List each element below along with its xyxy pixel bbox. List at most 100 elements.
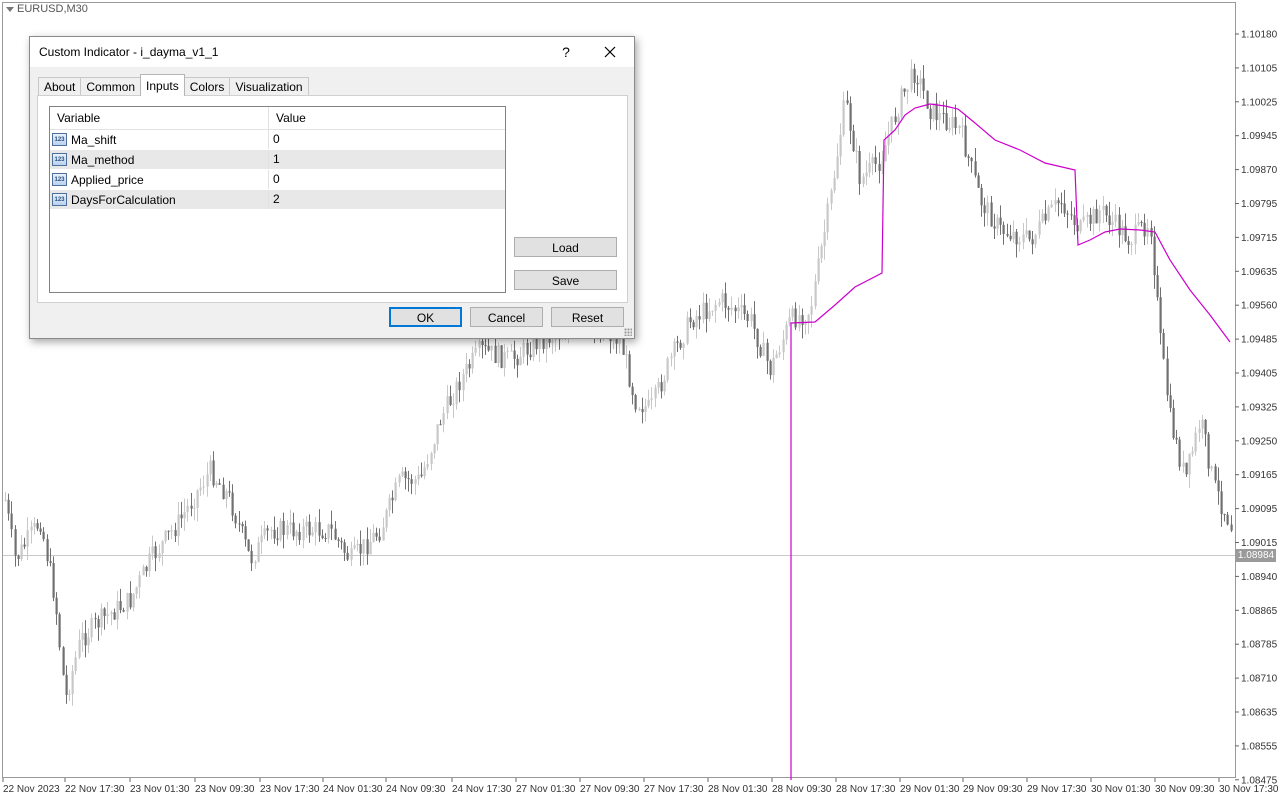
value-cell[interactable]: 0 xyxy=(269,170,505,189)
cancel-button[interactable]: Cancel xyxy=(470,307,543,327)
candle-body xyxy=(1095,208,1098,224)
candle-body xyxy=(334,528,337,540)
candle-body xyxy=(519,356,522,366)
time-axis-label: 24 Nov 09:30 xyxy=(386,784,446,795)
candle-body xyxy=(90,618,93,638)
candle-body xyxy=(1086,214,1089,217)
dialog-titlebar[interactable]: Custom Indicator - i_dayma_v1_1 ? xyxy=(30,37,634,67)
candle-body xyxy=(970,157,973,162)
tab-visualization[interactable]: Visualization xyxy=(229,77,309,96)
candle-body xyxy=(14,529,17,556)
candle-body xyxy=(266,528,269,531)
save-button[interactable]: Save xyxy=(514,270,617,290)
table-row[interactable]: 123 Ma_shift 0 xyxy=(50,130,505,150)
candle-body xyxy=(708,311,711,319)
candle-body xyxy=(209,460,212,475)
column-header-value[interactable]: Value xyxy=(269,107,505,129)
candle-body xyxy=(868,163,871,173)
candle-body xyxy=(1127,241,1130,245)
candle-body xyxy=(1182,462,1185,467)
price-axis-label: 1.08785 xyxy=(1241,640,1278,651)
candle-body xyxy=(942,112,945,114)
dialog-title: Custom Indicator - i_dayma_v1_1 xyxy=(39,45,219,59)
candle-body xyxy=(1137,221,1140,225)
symbol-label[interactable]: EURUSD,M30 xyxy=(6,3,88,15)
candle-body xyxy=(308,521,311,536)
candle-body xyxy=(225,491,228,500)
tab-about[interactable]: About xyxy=(38,77,82,96)
candle-body xyxy=(311,532,314,536)
price-axis-label: 1.09165 xyxy=(1241,470,1278,481)
candle-body xyxy=(788,317,791,325)
load-button[interactable]: Load xyxy=(514,237,617,257)
candle-body xyxy=(638,408,641,410)
candle-body xyxy=(1111,221,1114,226)
table-header: Variable Value xyxy=(50,107,505,130)
candle-body xyxy=(961,125,964,127)
tab-strip: About Common Inputs Colors Visualization xyxy=(38,74,309,96)
candle-body xyxy=(164,530,167,542)
candle-body xyxy=(170,530,173,532)
candle-body xyxy=(686,317,689,344)
candle-body xyxy=(462,374,465,391)
candle-body xyxy=(679,342,682,348)
candle-body xyxy=(129,593,132,608)
candle-body xyxy=(743,305,746,315)
candle-body xyxy=(484,345,487,347)
candle-body xyxy=(865,172,868,177)
column-header-variable[interactable]: Variable xyxy=(50,107,269,129)
candle-body xyxy=(30,526,33,531)
candle-body xyxy=(71,671,74,695)
candle-body xyxy=(663,380,666,392)
candle-body xyxy=(1175,437,1178,440)
candle-body xyxy=(551,340,554,343)
tab-common[interactable]: Common xyxy=(80,77,142,96)
value-cell[interactable]: 1 xyxy=(269,150,505,169)
candle-body xyxy=(634,395,637,410)
candle-body xyxy=(839,134,842,157)
candle-body xyxy=(756,328,759,347)
candle-body xyxy=(734,307,737,312)
candle-body xyxy=(919,78,922,85)
candle-body xyxy=(132,593,135,608)
candle-body xyxy=(279,520,282,540)
candle-body xyxy=(1207,434,1210,469)
resize-grip-icon[interactable] xyxy=(624,328,632,336)
candle-body xyxy=(106,614,109,616)
candle-body xyxy=(423,467,426,477)
table-row[interactable]: 123 Applied_price 0 xyxy=(50,170,505,190)
close-button[interactable] xyxy=(598,40,622,64)
candle-body xyxy=(186,505,189,513)
candle-body xyxy=(727,307,730,310)
candle-body xyxy=(698,316,701,320)
candle-body xyxy=(535,337,538,350)
candle-body xyxy=(378,536,381,541)
candle-body xyxy=(897,116,900,123)
candle-body xyxy=(410,479,413,484)
table-row[interactable]: 123 Ma_method 1 xyxy=(50,150,505,170)
candle-body xyxy=(1089,214,1092,224)
candle-body xyxy=(359,543,362,554)
candle-body xyxy=(951,117,954,129)
candle-body xyxy=(740,305,743,308)
value-cell[interactable]: 0 xyxy=(269,130,505,149)
table-row[interactable]: 123 DaysForCalculation 2 xyxy=(50,190,505,210)
reset-button[interactable]: Reset xyxy=(551,307,624,327)
candle-body xyxy=(750,314,753,321)
candle-body xyxy=(442,413,445,425)
candle-body xyxy=(222,484,225,500)
candle-body xyxy=(894,116,897,123)
tab-inputs[interactable]: Inputs xyxy=(140,74,185,96)
ok-button[interactable]: OK xyxy=(389,307,462,327)
tab-colors[interactable]: Colors xyxy=(183,77,231,96)
help-button[interactable]: ? xyxy=(556,41,576,63)
value-cell[interactable]: 2 xyxy=(269,190,505,209)
candle-body xyxy=(318,522,321,536)
time-axis-label: 28 Nov 09:30 xyxy=(772,784,832,795)
candle-body xyxy=(910,68,913,90)
candle-body xyxy=(503,352,506,368)
candle-body xyxy=(846,100,849,104)
candle-body xyxy=(481,341,484,346)
candle-body xyxy=(394,482,397,501)
candle-body xyxy=(977,175,980,188)
